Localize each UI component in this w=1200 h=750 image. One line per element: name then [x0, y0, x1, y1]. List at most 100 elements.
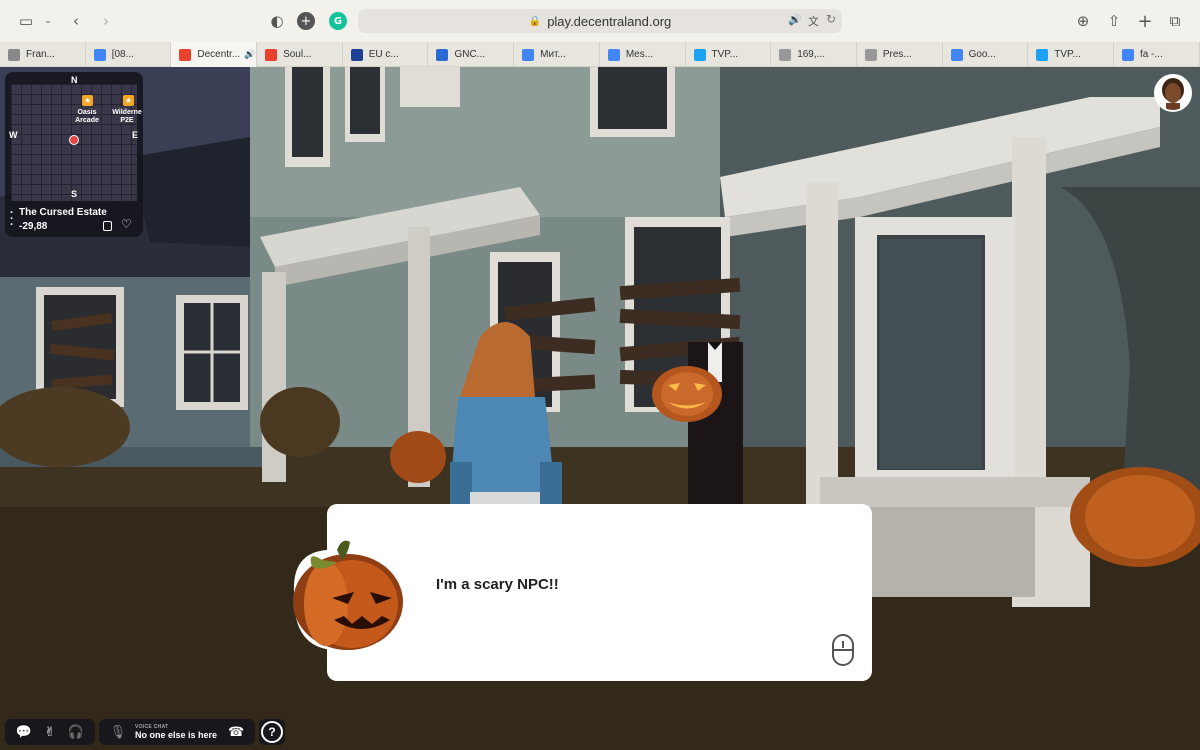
player-marker — [69, 135, 79, 145]
npc-portrait-pumpkin-icon — [293, 540, 405, 650]
tab-label: EU c... — [368, 49, 399, 60]
poi-wilderness-line1: Wilderne — [112, 109, 142, 116]
browser-tab[interactable]: GNC... — [428, 42, 515, 67]
game-viewport[interactable]: N S W E ★ Oasis Arcade ★ Wilderne P2E · ·… — [0, 67, 1200, 750]
star-icon[interactable]: ★ — [82, 95, 93, 106]
mouse-click-icon[interactable] — [832, 634, 854, 666]
address-bar[interactable]: 🔒 play.decentraland.org 🔊 文 ↻ — [358, 9, 842, 33]
browser-tab[interactable]: Pres... — [857, 42, 943, 67]
tab-label: Fran... — [26, 49, 55, 60]
help-group: ? — [259, 719, 286, 745]
poi-wilderness-line2: P2E — [120, 117, 134, 124]
back-icon[interactable]: ‹ — [66, 11, 86, 31]
microphone-icon[interactable]: 🎙 — [107, 721, 129, 743]
grammarly-icon[interactable]: G — [329, 12, 347, 30]
heart-icon[interactable]: ♡ — [121, 217, 132, 231]
tab-label: fa -... — [1139, 49, 1163, 60]
minimap-east-label: E — [132, 130, 139, 140]
browser-tab[interactable]: 169,... — [771, 42, 857, 67]
forward-icon[interactable]: › — [96, 11, 116, 31]
add-extension-icon[interactable]: + — [297, 12, 315, 30]
lock-icon: 🔒 — [528, 15, 542, 27]
dialog-text: I'm a scary NPC!! — [436, 576, 559, 593]
tab-favicon-icon — [179, 48, 192, 61]
share-icon[interactable]: ⇧ — [1104, 11, 1124, 31]
browser-tab[interactable]: [08... — [86, 42, 172, 67]
tab-favicon-icon — [8, 48, 20, 61]
poi-label-wilderness: Wilderne P2E — [109, 109, 143, 125]
tab-bar: Fran... [08... Decentr... 🔊 Soul... EU c... GN… — [0, 42, 1200, 67]
tab-favicon-icon — [350, 48, 363, 61]
poi-oasis-line2: Arcade — [75, 117, 99, 124]
tab-label: Mes... — [625, 49, 654, 60]
tab-label: Pres... — [882, 49, 912, 60]
browser-tab[interactable]: TVP... — [1028, 42, 1114, 67]
new-tab-icon[interactable]: + — [1135, 11, 1155, 32]
speaker-icon[interactable]: 🔊 — [788, 13, 802, 26]
minimap-north-label: N — [71, 75, 78, 85]
poi-oasis-line1: Oasis — [77, 109, 97, 116]
copy-icon[interactable] — [103, 221, 112, 231]
social-group: 💬 ✌ 🎧 — [5, 719, 95, 745]
chevron-down-icon[interactable]: ⌄ — [38, 11, 58, 31]
chat-icon[interactable]: 💬 — [13, 721, 35, 743]
tab-favicon-icon — [864, 48, 877, 61]
voice-chat-group[interactable]: 🎙 VOICE CHAT No one else is here ☎ — [99, 719, 256, 745]
voice-chat-text: VOICE CHAT No one else is here — [135, 724, 217, 740]
tab-label: Мит... — [540, 49, 566, 60]
browser-tab[interactable]: Decentr... 🔊 — [171, 42, 258, 67]
help-button[interactable]: ? — [261, 721, 284, 743]
tab-favicon-icon — [607, 48, 620, 61]
tab-favicon-icon — [1036, 48, 1049, 61]
browser-tab[interactable]: Goo... — [943, 42, 1029, 67]
translate-icon[interactable]: 文 — [808, 13, 819, 29]
browser-tab[interactable]: Мит... — [514, 42, 600, 67]
emote-icon[interactable]: ✌ — [39, 721, 61, 743]
download-icon[interactable]: ⊕ — [1073, 11, 1093, 31]
tab-favicon-icon — [265, 48, 278, 61]
phone-icon[interactable]: ☎ — [225, 721, 247, 743]
minimap-south-label: S — [71, 189, 78, 199]
browser-tab[interactable]: TVP... — [686, 42, 772, 67]
browser-tab[interactable]: fa -... — [1114, 42, 1200, 67]
voice-chat-status: No one else is here — [135, 730, 218, 740]
tab-favicon-icon — [693, 48, 706, 61]
browser-tab[interactable]: Fran... — [0, 42, 86, 67]
minimap-west-label: W — [9, 130, 18, 140]
minimap-footer: · · · The Cursed Estate -29,88 ♡ — [5, 202, 143, 237]
url-text: play.decentraland.org — [547, 13, 672, 29]
scene-name: The Cursed Estate — [19, 207, 107, 218]
tab-label: TVP... — [711, 49, 739, 60]
browser-toolbar: ▭ ⌄ ‹ › ◐ + G 🔒 play.decentraland.org 🔊 … — [0, 0, 1200, 42]
avatar-face-icon — [1162, 78, 1184, 110]
tab-label: 169,... — [797, 49, 825, 60]
poi-label-oasis: Oasis Arcade — [69, 109, 105, 125]
tab-label: Goo... — [968, 49, 996, 60]
browser-tab[interactable]: Soul... — [257, 42, 343, 67]
tab-favicon-icon — [522, 48, 535, 61]
tab-label: TVP... — [1054, 49, 1081, 60]
tab-label: Soul... — [283, 49, 312, 60]
browser-tab[interactable]: EU c... — [343, 42, 429, 67]
tab-label: [08... — [111, 49, 134, 60]
tab-audio-icon[interactable]: 🔊 — [244, 50, 255, 60]
bottom-bar: 💬 ✌ 🎧 🎙 VOICE CHAT No one else is here ☎… — [5, 719, 289, 745]
minimap[interactable]: N S W E ★ Oasis Arcade ★ Wilderne P2E · ·… — [5, 72, 143, 237]
tab-favicon-icon — [436, 48, 449, 61]
tab-favicon-icon — [93, 48, 106, 61]
headphones-icon[interactable]: 🎧 — [65, 721, 87, 743]
reload-icon[interactable]: ↻ — [826, 12, 836, 26]
tab-favicon-icon — [1121, 48, 1134, 61]
tab-favicon-icon — [779, 48, 792, 61]
tab-label: Decentr... — [197, 49, 241, 60]
more-options-icon[interactable]: · · · — [10, 208, 14, 231]
privacy-shield-icon[interactable]: ◐ — [267, 11, 287, 31]
profile-avatar[interactable] — [1154, 74, 1192, 112]
browser-tab[interactable]: Mes... — [600, 42, 686, 67]
tab-overview-icon[interactable]: ⧉ — [1165, 11, 1185, 31]
scene-coords: -29,88 — [19, 221, 48, 232]
sidebar-icon[interactable]: ▭ — [16, 11, 36, 31]
tab-favicon-icon — [950, 48, 963, 61]
star-icon[interactable]: ★ — [123, 95, 134, 106]
tab-label: GNC... — [454, 49, 485, 60]
